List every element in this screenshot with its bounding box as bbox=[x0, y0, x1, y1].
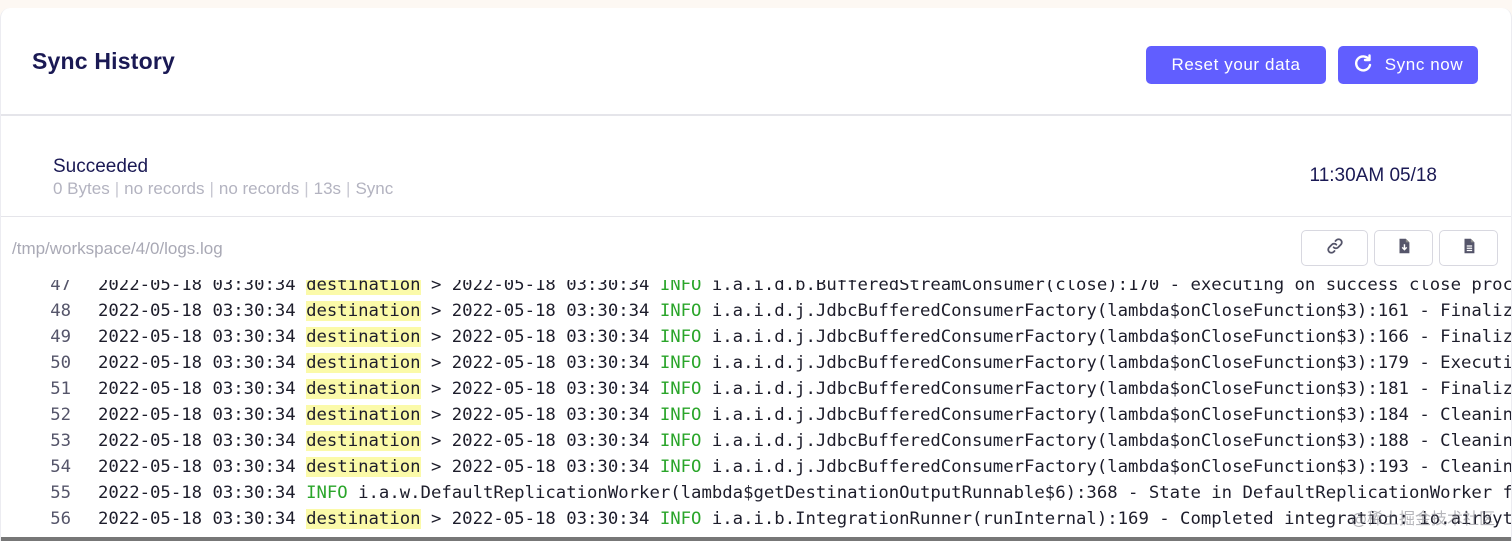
log-source: destination bbox=[306, 431, 421, 451]
sync-now-label: Sync now bbox=[1384, 55, 1464, 74]
records-committed: no records bbox=[218, 179, 300, 198]
log-message: i.a.i.d.j.JdbcBufferedConsumerFactory(la… bbox=[701, 405, 1511, 425]
log-viewer[interactable]: 47 2022-05-18 03:30:34 destination > 2022… bbox=[1, 280, 1511, 541]
log-level: INFO bbox=[659, 301, 702, 321]
log-level: INFO bbox=[659, 431, 702, 451]
line-number: 52 bbox=[50, 405, 71, 425]
log-message: i.a.i.d.j.JdbcBufferedConsumerFactory(la… bbox=[701, 353, 1511, 373]
line-number: 50 bbox=[50, 353, 71, 373]
log-time: 2022-05-18 03:30:34 bbox=[98, 353, 296, 373]
line-number: 47 bbox=[50, 280, 71, 295]
log-message: i.a.i.d.j.JdbcBufferedConsumerFactory(la… bbox=[701, 431, 1511, 451]
line-number: 51 bbox=[50, 379, 71, 399]
log-text: > 2022-05-18 03:30:34 bbox=[420, 405, 660, 425]
log-level: INFO bbox=[659, 509, 702, 529]
log-time: 2022-05-18 03:30:34 bbox=[98, 280, 296, 295]
log-time: 2022-05-18 03:30:34 bbox=[98, 509, 296, 529]
log-text: > 2022-05-18 03:30:34 bbox=[420, 327, 660, 347]
file-download-icon bbox=[1395, 237, 1413, 260]
separator: | bbox=[209, 179, 214, 198]
sync-duration: 13s bbox=[313, 179, 342, 198]
log-path: /tmp/workspace/4/0/logs.log bbox=[12, 239, 223, 258]
bottom-divider bbox=[1, 537, 1511, 541]
log-message: i.a.i.d.j.JdbcBufferedConsumerFactory(la… bbox=[701, 457, 1511, 477]
copy-link-button[interactable] bbox=[1301, 230, 1368, 266]
log-text: > 2022-05-18 03:30:34 bbox=[420, 280, 660, 295]
line-number: 49 bbox=[50, 327, 71, 347]
attempt-details: 0 Bytes | no records | no records | 13s … bbox=[53, 179, 393, 199]
log-text: > 2022-05-18 03:30:34 bbox=[420, 431, 660, 451]
log-text: > 2022-05-18 03:30:34 bbox=[420, 379, 660, 399]
records-emitted: no records bbox=[124, 179, 205, 198]
log-source: destination bbox=[306, 280, 421, 295]
log-message: i.a.i.d.j.JdbcBufferedConsumerFactory(la… bbox=[701, 379, 1511, 399]
panel-header: Sync History Reset your data Sync now bbox=[1, 8, 1511, 116]
log-source: destination bbox=[306, 301, 421, 321]
log-message: i.a.i.d.j.JdbcBufferedConsumerFactory(la… bbox=[701, 301, 1511, 321]
line-number: 56 bbox=[50, 509, 71, 529]
separator: | bbox=[114, 179, 120, 198]
log-text: > 2022-05-18 03:30:34 bbox=[420, 509, 660, 529]
log-time: 2022-05-18 03:30:34 bbox=[98, 379, 296, 399]
log-line: 47 2022-05-18 03:30:34 destination > 2022… bbox=[1, 280, 1511, 298]
log-time: 2022-05-18 03:30:34 bbox=[98, 405, 296, 425]
line-number: 55 bbox=[50, 483, 71, 503]
log-text: > 2022-05-18 03:30:34 bbox=[420, 353, 660, 373]
log-line: 53 2022-05-18 03:30:34 destination > 2022… bbox=[1, 428, 1511, 454]
separator: | bbox=[346, 179, 351, 198]
log-level: INFO bbox=[659, 280, 702, 295]
log-line: 54 2022-05-18 03:30:34 destination > 2022… bbox=[1, 454, 1511, 480]
log-level: INFO bbox=[306, 483, 348, 503]
line-number: 48 bbox=[50, 301, 71, 321]
download-logs-button[interactable] bbox=[1374, 230, 1433, 266]
log-toolbar: /tmp/workspace/4/0/logs.log bbox=[1, 217, 1511, 283]
watermark: @稀土掘金技术社区 bbox=[1350, 509, 1495, 528]
attempt-datetime: 11:30AM 05/18 bbox=[1309, 165, 1437, 186]
sync-now-button[interactable]: Sync now bbox=[1338, 46, 1478, 84]
log-line: 52 2022-05-18 03:30:34 destination > 2022… bbox=[1, 402, 1511, 428]
log-level: INFO bbox=[659, 457, 702, 477]
log-source: destination bbox=[306, 379, 421, 399]
log-message: i.a.w.DefaultReplicationWorker(lambda$ge… bbox=[347, 483, 1511, 503]
log-message: i.a.i.d.b.BufferedStreamConsumer(close):… bbox=[701, 280, 1511, 295]
log-text: > 2022-05-18 03:30:34 bbox=[420, 301, 660, 321]
log-time: 2022-05-18 03:30:34 bbox=[98, 457, 296, 477]
attempt-type: Sync bbox=[355, 179, 394, 198]
log-level: INFO bbox=[659, 379, 702, 399]
log-line: 50 2022-05-18 03:30:34 destination > 2022… bbox=[1, 350, 1511, 376]
bytes-synced: 0 Bytes bbox=[53, 179, 110, 198]
log-source: destination bbox=[306, 327, 421, 347]
log-level: INFO bbox=[659, 405, 702, 425]
view-raw-logs-button[interactable] bbox=[1439, 230, 1498, 266]
file-text-icon bbox=[1460, 237, 1478, 260]
attempt-status: Succeeded bbox=[53, 156, 149, 177]
log-source: destination bbox=[306, 353, 421, 373]
log-source: destination bbox=[306, 509, 421, 529]
log-line: 49 2022-05-18 03:30:34 destination > 2022… bbox=[1, 324, 1511, 350]
link-icon bbox=[1326, 237, 1344, 260]
log-line: 51 2022-05-18 03:30:34 destination > 2022… bbox=[1, 376, 1511, 402]
reset-data-button[interactable]: Reset your data bbox=[1146, 46, 1326, 84]
log-line: 56 2022-05-18 03:30:34 destination > 2022… bbox=[1, 506, 1511, 532]
log-line: 48 2022-05-18 03:30:34 destination > 2022… bbox=[1, 298, 1511, 324]
log-time: 2022-05-18 03:30:34 bbox=[98, 431, 296, 451]
log-time: 2022-05-18 03:30:34 bbox=[98, 327, 296, 347]
sync-history-panel: Sync History Reset your data Sync now Su… bbox=[0, 8, 1512, 541]
log-source: destination bbox=[306, 405, 421, 425]
log-source: destination bbox=[306, 457, 421, 477]
log-level: INFO bbox=[659, 353, 702, 373]
attempt-row[interactable]: Succeeded 0 Bytes | no records | no reco… bbox=[1, 116, 1511, 217]
page-title: Sync History bbox=[32, 48, 176, 74]
log-time: 2022-05-18 03:30:34 bbox=[98, 301, 296, 321]
line-number: 53 bbox=[50, 431, 71, 451]
refresh-icon bbox=[1353, 53, 1373, 78]
separator: | bbox=[304, 179, 309, 198]
log-line: 55 2022-05-18 03:30:34 INFO i.a.w.Default… bbox=[1, 480, 1511, 506]
log-text: > 2022-05-18 03:30:34 bbox=[420, 457, 660, 477]
line-number: 54 bbox=[50, 457, 71, 477]
log-level: INFO bbox=[659, 327, 702, 347]
log-message: i.a.i.d.j.JdbcBufferedConsumerFactory(la… bbox=[701, 327, 1511, 347]
log-time: 2022-05-18 03:30:34 bbox=[98, 483, 296, 503]
